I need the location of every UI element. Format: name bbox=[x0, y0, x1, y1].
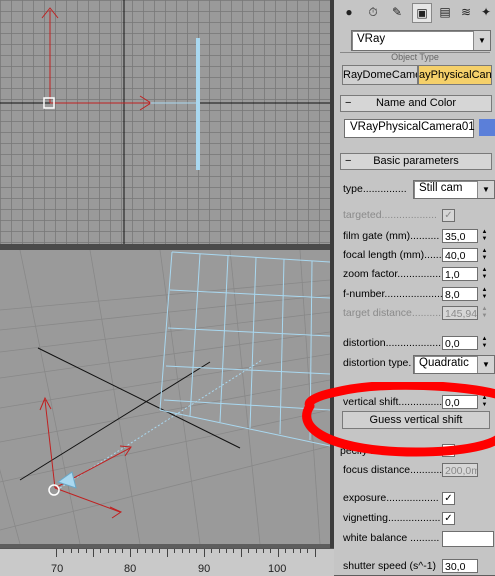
film-gate-label: film gate (mm).......... bbox=[343, 230, 440, 242]
sphere-icon[interactable]: ● bbox=[340, 3, 358, 21]
top-viewport-scene bbox=[0, 0, 330, 244]
camera-plane-wireframe bbox=[59, 251, 330, 489]
object-name-value: VRayPhysicalCamera01 bbox=[350, 121, 475, 133]
category-dropdown[interactable]: VRay ▼ bbox=[351, 30, 491, 51]
top-viewport[interactable] bbox=[0, 0, 330, 244]
shutter-speed-input[interactable]: 30,0 bbox=[442, 559, 478, 573]
timeline-label: 100 bbox=[268, 563, 287, 575]
chevron-down-icon: ▼ bbox=[477, 356, 494, 373]
helper-icon[interactable]: ≋ bbox=[457, 3, 475, 21]
zoom-factor-spinner[interactable]: ▲ ▼ bbox=[480, 267, 489, 281]
camera-gizmo-persp bbox=[48, 484, 60, 496]
target-distance-spinner[interactable]: ▲ ▼ bbox=[480, 306, 489, 320]
rollout-title: Basic parameters bbox=[373, 155, 459, 167]
light-icon[interactable]: ✎ bbox=[388, 3, 406, 21]
type-value: Still cam bbox=[419, 182, 463, 194]
rollout-title: Name and Color bbox=[375, 97, 457, 109]
perspective-scene bbox=[0, 250, 330, 544]
white-balance-swatch[interactable] bbox=[442, 531, 494, 547]
distortion-type-label: distortion type. bbox=[343, 357, 412, 369]
target-distance-input[interactable]: 145,945 bbox=[442, 306, 478, 320]
focal-length-spinner[interactable]: ▲ ▼ bbox=[480, 248, 489, 262]
distortion-type-value: Quadratic bbox=[419, 357, 469, 369]
command-panel-tabs: ● ⏱ ✎ ▣ ▤ ≋ ✦ bbox=[334, 0, 495, 26]
focal-length-input[interactable]: 40,0 bbox=[442, 248, 478, 262]
distortion-spinner[interactable]: ▲ ▼ bbox=[480, 336, 489, 350]
red-annotation-circle bbox=[302, 382, 495, 457]
focal-length-label: focal length (mm)...... bbox=[343, 249, 442, 261]
space-warp-icon[interactable]: ✦ bbox=[477, 3, 495, 21]
focus-distance-label: focus distance........... bbox=[343, 464, 443, 476]
shape-icon[interactable]: ▤ bbox=[436, 3, 454, 21]
chevron-down-icon: ▼ bbox=[477, 181, 494, 198]
distortion-input[interactable]: 0,0 bbox=[442, 336, 478, 350]
timeline-label: 90 bbox=[198, 563, 211, 575]
targeted-checkbox[interactable]: ✓ bbox=[442, 209, 455, 222]
vrayphysicalcamera-button[interactable]: ayPhysicalCan bbox=[418, 65, 492, 85]
basic-parameters-rollout[interactable]: − Basic parameters bbox=[340, 153, 492, 170]
name-and-color-rollout[interactable]: − Name and Color bbox=[340, 95, 492, 112]
zoom-factor-label: zoom factor............... bbox=[343, 268, 442, 280]
distortion-type-dropdown[interactable]: Quadratic ▼ bbox=[413, 355, 495, 374]
object-color-swatch[interactable] bbox=[479, 119, 495, 136]
perspective-viewport[interactable] bbox=[0, 250, 330, 544]
targeted-label: targeted................... bbox=[343, 209, 437, 221]
camera-icon[interactable]: ▣ bbox=[412, 3, 432, 23]
object-type-header: Object Type bbox=[340, 52, 490, 63]
film-gate-input[interactable]: 35,0 bbox=[442, 229, 478, 243]
vraydomecamera-button[interactable]: RayDomeCame bbox=[342, 65, 418, 85]
target-distance-label: target distance............ bbox=[343, 307, 447, 319]
camera-rig-icon[interactable]: ⏱ bbox=[364, 3, 382, 21]
type-label: type............... bbox=[343, 183, 407, 195]
shutter-speed-label: shutter speed (s^-1) bbox=[343, 560, 437, 572]
timeline-label: 70 bbox=[51, 563, 64, 575]
vignetting-label: vignetting.................. bbox=[343, 512, 441, 524]
exposure-label: exposure.................. bbox=[343, 492, 439, 504]
chevron-down-icon: ▼ bbox=[473, 31, 490, 50]
f-number-spinner[interactable]: ▲ ▼ bbox=[480, 287, 489, 301]
camera-cone bbox=[56, 471, 77, 489]
type-dropdown[interactable]: Still cam ▼ bbox=[413, 180, 495, 199]
white-balance-label: white balance .......... bbox=[343, 532, 440, 544]
timeline-ruler[interactable]: 70 80 90 100 bbox=[0, 548, 334, 576]
film-gate-spinner[interactable]: ▲ ▼ bbox=[480, 229, 489, 243]
distortion-label: distortion................... bbox=[343, 337, 442, 349]
focus-distance-input[interactable]: 200,0m bbox=[442, 463, 478, 477]
category-dropdown-value: VRay bbox=[357, 33, 386, 45]
timeline-label: 80 bbox=[124, 563, 137, 575]
vignetting-checkbox[interactable]: ✓ bbox=[442, 512, 455, 525]
f-number-label: f-number.................... bbox=[343, 288, 443, 300]
camera-plane bbox=[196, 38, 200, 170]
object-name-field[interactable]: VRayPhysicalCamera01 bbox=[344, 119, 475, 138]
exposure-checkbox[interactable]: ✓ bbox=[442, 492, 455, 505]
zoom-factor-input[interactable]: 1,0 bbox=[442, 267, 478, 281]
command-panel: ● ⏱ ✎ ▣ ▤ ≋ ✦ VRay ▼ Object Type RayDome… bbox=[334, 0, 495, 575]
f-number-input[interactable]: 8,0 bbox=[442, 287, 478, 301]
